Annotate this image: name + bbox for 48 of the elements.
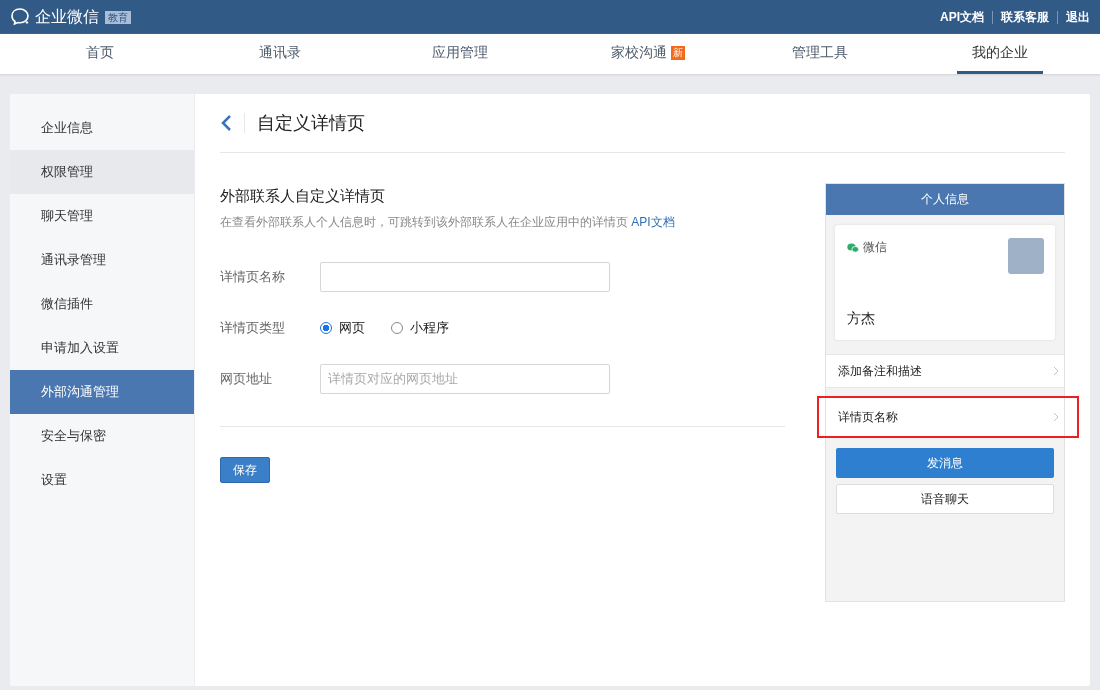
chevron-right-icon — [1053, 412, 1059, 422]
sidebar-item[interactable]: 外部沟通管理 — [10, 370, 194, 414]
nav-tab[interactable]: 家校沟通 — [595, 34, 667, 74]
preview-button[interactable]: 语音聊天 — [836, 484, 1054, 514]
sidebar-item[interactable]: 企业信息 — [10, 106, 194, 150]
nav-tab[interactable]: 我的企业 — [957, 34, 1043, 74]
new-badge: 新 — [670, 46, 685, 60]
sidebar-item[interactable]: 安全与保密 — [10, 414, 194, 458]
description-text: 在查看外部联系人个人信息时，可跳转到该外部联系人在企业应用中的详情页 — [220, 215, 628, 229]
save-button[interactable]: 保存 — [220, 457, 270, 483]
form-label: 详情页名称 — [220, 267, 286, 286]
wechat-icon — [847, 242, 859, 253]
api-doc-link[interactable]: API文档 — [631, 215, 675, 229]
input-field[interactable] — [320, 261, 610, 292]
sidebar-item[interactable]: 通讯录管理 — [10, 238, 194, 282]
row-label: 添加备注和描述 — [838, 362, 922, 380]
header-link[interactable]: 联系客服 — [1001, 8, 1049, 26]
chevron-right-icon — [1053, 366, 1059, 376]
radio-label[interactable]: 小程序 — [410, 318, 449, 337]
form-label: 详情页类型 — [220, 318, 286, 337]
nav-tab[interactable]: 应用管理 — [417, 34, 503, 74]
edition-badge: 教育 — [105, 10, 131, 24]
preview-row[interactable]: 添加备注和描述 — [826, 354, 1064, 388]
header-link[interactable]: API文档 — [940, 8, 984, 26]
section-title: 外部联系人自定义详情页 — [220, 187, 386, 206]
chat-bubble-icon — [10, 7, 32, 27]
page-title: 自定义详情页 — [257, 112, 365, 135]
preview-row[interactable]: 详情页名称 — [817, 396, 1079, 438]
contact-name: 方杰 — [847, 310, 876, 328]
nav-tab[interactable]: 通讯录 — [244, 34, 316, 74]
input-field[interactable]: 详情页对应的网页地址 — [320, 363, 610, 394]
sidebar-item[interactable]: 权限管理 — [10, 150, 194, 194]
avatar-placeholder — [1008, 238, 1044, 274]
header-link[interactable]: 退出 — [1066, 8, 1090, 26]
form-label: 网页地址 — [220, 369, 273, 388]
sidebar-item[interactable]: 申请加入设置 — [10, 326, 194, 370]
sidebar-item[interactable]: 微信插件 — [10, 282, 194, 326]
nav-tab[interactable]: 首页 — [71, 34, 129, 74]
sidebar-item[interactable]: 聊天管理 — [10, 194, 194, 238]
sidebar-item[interactable]: 设置 — [10, 458, 194, 502]
radio-label[interactable]: 网页 — [339, 318, 365, 337]
radio-button[interactable] — [320, 321, 332, 334]
preview-button[interactable]: 发消息 — [836, 448, 1054, 478]
preview-header: 个人信息 — [826, 184, 1064, 215]
source-label: 微信 — [863, 239, 887, 256]
row-label: 详情页名称 — [838, 408, 898, 426]
logo-text: 企业微信 — [35, 6, 99, 27]
nav-tab[interactable]: 管理工具 — [777, 34, 863, 74]
